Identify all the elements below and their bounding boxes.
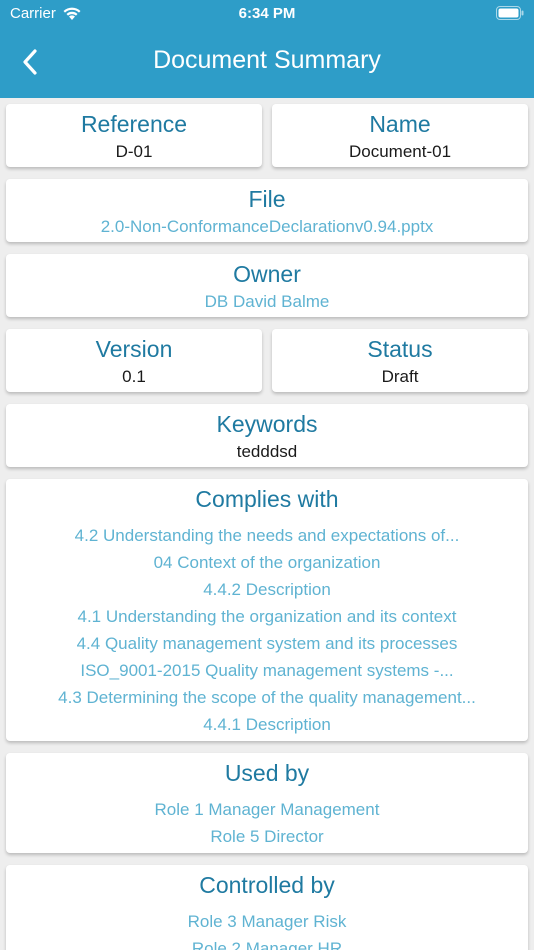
summary-content[interactable]: Reference D-01 Name Document-01 File 2.0… — [0, 98, 534, 950]
complies-with-item[interactable]: 4.3 Determining the scope of the quality… — [6, 684, 528, 711]
battery-icon — [496, 6, 524, 20]
used-by-list: Role 1 Manager Management Role 5 Directo… — [6, 796, 528, 850]
nav-bar: Document Summary — [0, 28, 534, 98]
controlled-by-list: Role 3 Manager Risk Role 2 Manager HR — [6, 908, 528, 950]
page-title: Document Summary — [153, 46, 381, 74]
name-value: Document-01 — [348, 142, 452, 161]
controlled-by-label: Controlled by — [199, 872, 335, 898]
owner-card: Owner DB David Balme — [6, 254, 528, 317]
complies-with-item[interactable]: ISO_9001-2015 Quality management systems… — [6, 657, 528, 684]
owner-label: Owner — [233, 261, 301, 287]
status-bar: Carrier 6:34 PM — [0, 0, 534, 28]
complies-with-item[interactable]: 4.4.2 Description — [6, 576, 528, 603]
complies-with-card: Complies with 4.2 Understanding the need… — [6, 479, 528, 741]
reference-value: D-01 — [115, 142, 153, 161]
complies-with-item[interactable]: 4.2 Understanding the needs and expectat… — [6, 522, 528, 549]
controlled-by-item[interactable]: Role 3 Manager Risk — [6, 908, 528, 935]
complies-with-label: Complies with — [195, 486, 339, 512]
name-card: Name Document-01 — [272, 104, 528, 167]
file-card: File 2.0-Non-ConformanceDeclarationv0.94… — [6, 179, 528, 242]
header-bar: Carrier 6:34 PM Document Summary — [0, 0, 534, 98]
used-by-label: Used by — [224, 760, 310, 786]
reference-label: Reference — [80, 111, 188, 137]
clock: 6:34 PM — [238, 5, 296, 22]
file-link[interactable]: 2.0-Non-ConformanceDeclarationv0.94.pptx — [6, 214, 528, 240]
complies-with-list: 4.2 Understanding the needs and expectat… — [6, 522, 528, 738]
keywords-value: tedddsd — [236, 442, 298, 461]
used-by-card: Used by Role 1 Manager Management Role 5… — [6, 753, 528, 853]
used-by-item[interactable]: Role 1 Manager Management — [6, 796, 528, 823]
keywords-label: Keywords — [216, 411, 318, 437]
name-label: Name — [369, 111, 431, 137]
status-value: Draft — [381, 367, 419, 386]
controlled-by-item[interactable]: Role 2 Manager HR — [6, 935, 528, 950]
complies-with-item[interactable]: 4.1 Understanding the organization and i… — [6, 603, 528, 630]
reference-card: Reference D-01 — [6, 104, 262, 167]
version-card: Version 0.1 — [6, 329, 262, 392]
complies-with-item[interactable]: 4.4 Quality management system and its pr… — [6, 630, 528, 657]
controlled-by-card: Controlled by Role 3 Manager Risk Role 2… — [6, 865, 528, 950]
used-by-item[interactable]: Role 5 Director — [6, 823, 528, 850]
status-label: Status — [367, 336, 433, 362]
status-card: Status Draft — [272, 329, 528, 392]
version-value: 0.1 — [122, 367, 146, 386]
complies-with-item[interactable]: 4.4.1 Description — [6, 711, 528, 738]
version-label: Version — [95, 336, 173, 362]
keywords-card: Keywords tedddsd — [6, 404, 528, 467]
owner-link[interactable]: DB David Balme — [6, 289, 528, 315]
complies-with-item[interactable]: 04 Context of the organization — [6, 549, 528, 576]
file-label: File — [248, 186, 286, 212]
